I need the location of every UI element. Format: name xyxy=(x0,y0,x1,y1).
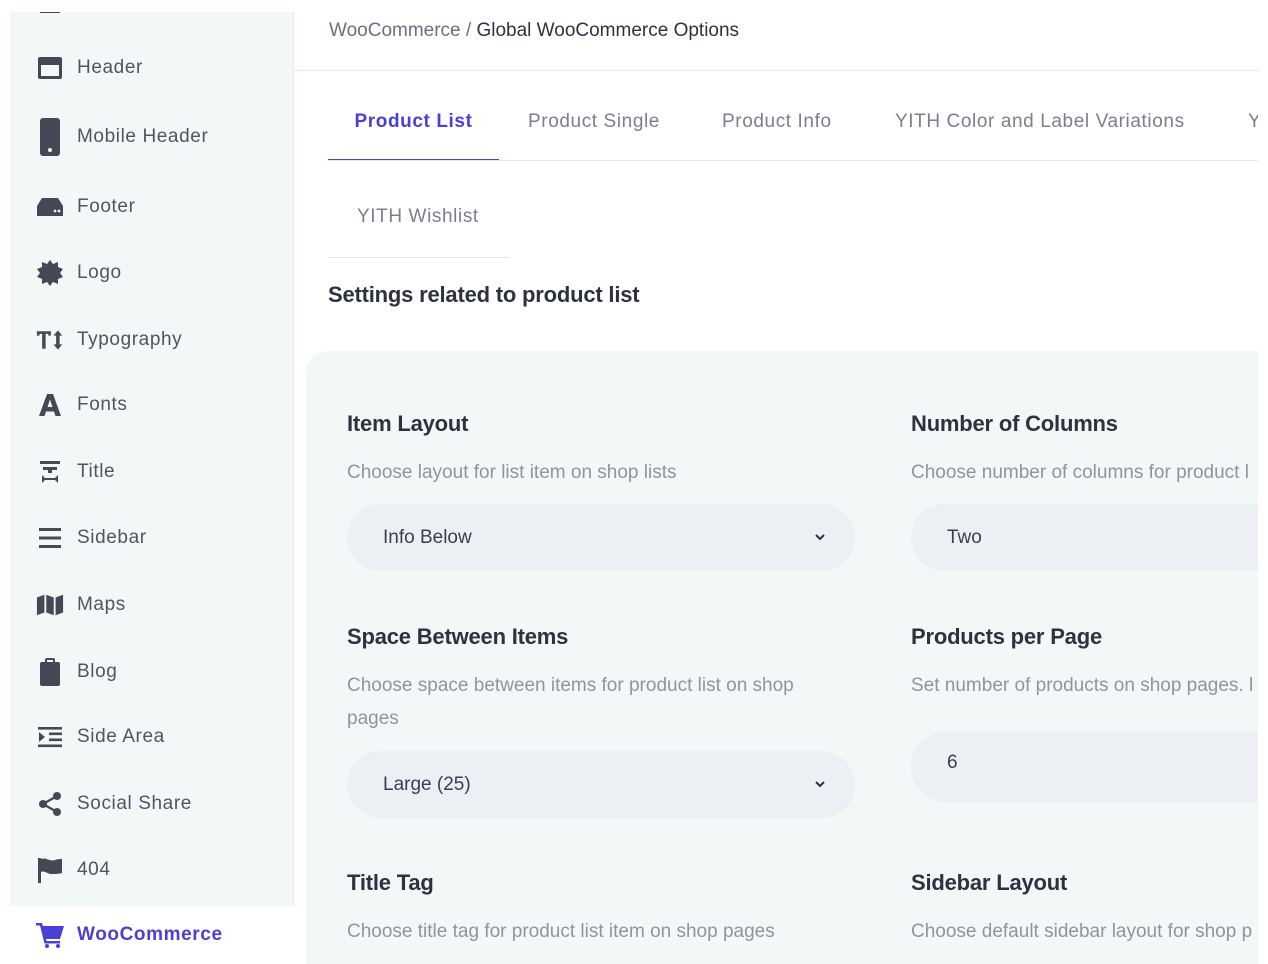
sidebar-item-label: Typography xyxy=(77,329,183,350)
fonts-icon xyxy=(36,391,64,419)
tab-yith-color-label-variations[interactable]: YITH Color and Label Variations xyxy=(895,84,1185,160)
sidebar-item-label: Social Share xyxy=(77,793,192,814)
sidebar-item-404[interactable]: 404 xyxy=(10,850,293,890)
flag-icon xyxy=(36,856,64,884)
sidebar-item-label: Header xyxy=(77,57,143,78)
products-per-page-input[interactable]: 6 xyxy=(911,732,1258,802)
sidebar-item-blog[interactable]: Blog xyxy=(10,652,293,692)
space-between-items-select[interactable]: Large (25) xyxy=(347,751,855,818)
breadcrumb-current: Global WooCommerce Options xyxy=(476,20,740,41)
sidebar-item-maps[interactable]: Maps xyxy=(10,585,293,625)
sidebar-item-typography[interactable]: Typography xyxy=(10,320,293,360)
section-title: Settings related to product list xyxy=(328,282,640,307)
sidebar-item-woocommerce[interactable]: WooCommerce xyxy=(10,906,306,964)
sidebar-item-mobile-header[interactable]: Mobile Header xyxy=(10,117,293,157)
input-value: 6 xyxy=(947,752,958,773)
sidebar-item-label: Mobile Header xyxy=(77,126,209,147)
chevron-down-icon xyxy=(815,781,825,788)
sidebar-item-side-area[interactable]: Side Area xyxy=(10,717,293,757)
sidebar-item-label: Fonts xyxy=(77,394,128,415)
mobile-icon xyxy=(36,118,64,156)
field-description: Choose layout for list item on shop list… xyxy=(347,462,677,483)
sidebar-item-label: Maps xyxy=(77,594,126,615)
sidebar-item-label: WooCommerce xyxy=(77,924,223,945)
field-title: Title Tag xyxy=(347,870,434,895)
sidebar-item-label: 404 xyxy=(77,859,111,880)
number-of-columns-select[interactable]: Two xyxy=(911,504,1258,571)
sidebar-item-label: Side Area xyxy=(77,726,165,747)
sidebar-item-fonts[interactable]: Fonts xyxy=(10,385,293,425)
collapsed-menu-icon xyxy=(40,12,60,16)
sidebar-item-header[interactable]: Header xyxy=(10,48,293,88)
tab-yith-wishlist[interactable]: YITH Wishlist xyxy=(357,206,479,228)
blog-icon xyxy=(36,658,64,686)
item-layout-select[interactable]: Info Below xyxy=(347,504,855,571)
options-tabs-row-2: YITH Wishlist xyxy=(328,180,510,258)
sidebar-item-logo[interactable]: Logo xyxy=(10,253,293,293)
maps-icon xyxy=(36,591,64,619)
share-icon xyxy=(36,790,64,818)
field-title: Products per Page xyxy=(911,624,1102,649)
field-description: Choose space between items for product l… xyxy=(347,675,794,696)
field-title: Sidebar Layout xyxy=(911,870,1068,895)
tab-product-info[interactable]: Product Info xyxy=(722,84,832,160)
options-tabs: Product List Product Single Product Info… xyxy=(328,84,1258,161)
typography-icon xyxy=(36,326,64,354)
side-area-icon xyxy=(36,723,64,751)
sidebar-item-title[interactable]: Title xyxy=(10,452,293,492)
sidebar-item-sidebar[interactable]: Sidebar xyxy=(10,518,293,558)
field-description: Choose default sidebar layout for shop p xyxy=(911,921,1253,942)
field-title: Space Between Items xyxy=(347,624,569,649)
cart-icon xyxy=(36,921,64,949)
footer-icon xyxy=(36,193,64,221)
settings-sidebar: Header Mobile Header Footer Logo Typogra… xyxy=(10,12,294,964)
field-title: Item Layout xyxy=(347,411,469,436)
sidebar-item-footer[interactable]: Footer xyxy=(10,187,293,227)
sidebar-item-label: Sidebar xyxy=(77,527,147,548)
menu-lines-icon xyxy=(36,524,64,552)
title-icon xyxy=(36,458,64,486)
select-value: Info Below xyxy=(383,526,472,548)
field-title: Number of Columns xyxy=(911,411,1118,436)
breadcrumb-parent[interactable]: WooCommerce / xyxy=(329,20,476,41)
settings-panel: Item Layout Choose layout for list item … xyxy=(306,351,1258,964)
sidebar-item-social-share[interactable]: Social Share xyxy=(10,784,293,824)
tab-product-list[interactable]: Product List xyxy=(328,84,499,160)
logo-icon xyxy=(36,259,64,287)
chevron-down-icon xyxy=(815,534,825,541)
select-value: Large (25) xyxy=(383,773,471,795)
header-icon xyxy=(36,54,64,82)
field-description: Choose title tag for product list item o… xyxy=(347,921,775,942)
tab-truncated[interactable]: Y xyxy=(1248,84,1258,160)
breadcrumb: WooCommerce / Global WooCommerce Options xyxy=(329,20,739,42)
field-description-cont: pages xyxy=(347,708,399,729)
tab-product-single[interactable]: Product Single xyxy=(528,84,660,160)
field-description: Set number of products on shop pages. l xyxy=(911,675,1254,696)
sidebar-item-label: Title xyxy=(77,461,116,482)
sidebar-item-label: Blog xyxy=(77,661,118,682)
divider xyxy=(294,70,1258,71)
sidebar-item-label: Footer xyxy=(77,196,136,217)
field-description: Choose number of columns for product l xyxy=(911,462,1249,483)
select-value: Two xyxy=(947,526,982,548)
sidebar-item-label: Logo xyxy=(77,262,122,283)
